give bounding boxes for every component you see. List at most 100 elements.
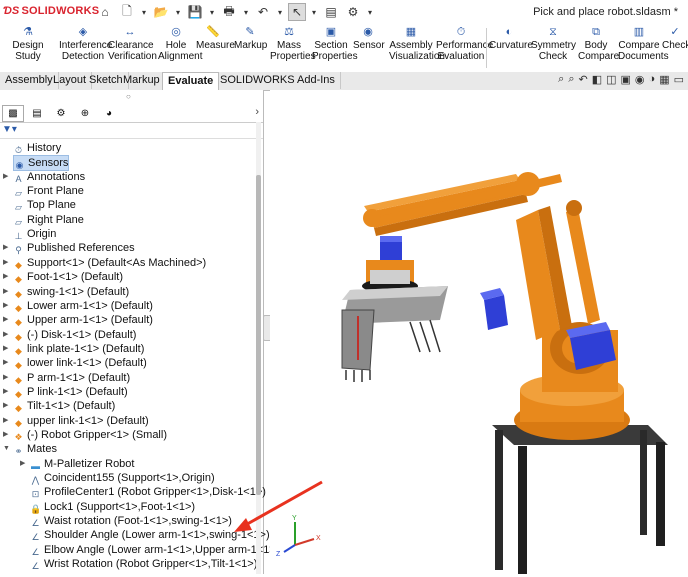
tree-item[interactable]: ▶ ❖ (-) Robot Gripper<1> (Small) bbox=[3, 428, 167, 442]
expand-arrow-icon[interactable]: ▶ bbox=[3, 399, 8, 413]
featuremanager-tab-icon[interactable]: ▩ bbox=[2, 105, 24, 122]
tree-item[interactable]: ▶ ◆ lower link-1<1> (Default) bbox=[3, 356, 147, 370]
hole-alignment-button[interactable]: ◎ Hole Alignment bbox=[158, 26, 202, 62]
panel-grip[interactable]: ○ bbox=[126, 92, 131, 101]
tree-item[interactable]: ▶ ⚲ Published References bbox=[3, 241, 135, 255]
curvature-button[interactable]: ◐ Curvature bbox=[489, 26, 533, 51]
mass-properties-button[interactable]: ⚖ Mass Properties bbox=[270, 26, 316, 62]
robot-model[interactable]: Y X Z bbox=[270, 90, 688, 574]
expand-arrow-icon[interactable]: ▶ bbox=[3, 428, 8, 442]
expand-arrow-icon[interactable]: ▶ bbox=[3, 170, 8, 184]
expanded-arrow-icon[interactable]: ▼ bbox=[3, 442, 10, 456]
body-compare-button[interactable]: ⧉ Body Compare bbox=[578, 26, 619, 62]
apply-scene-icon[interactable]: ▦ bbox=[659, 73, 669, 86]
expand-arrow-icon[interactable]: ▶ bbox=[3, 328, 8, 342]
tab-solidworks-add-ins[interactable]: SOLIDWORKS Add-Ins bbox=[215, 72, 341, 89]
open-dropdown-icon[interactable]: ▾ bbox=[174, 3, 182, 21]
save-icon[interactable]: 💾 bbox=[186, 3, 204, 21]
graphics-area[interactable]: Y X Z bbox=[270, 90, 688, 574]
tree-item[interactable]: ▶ ◆ Tilt-1<1> (Default) bbox=[3, 399, 115, 413]
symmetry-check-button[interactable]: ⧖ Symmetry Check bbox=[531, 26, 576, 62]
expand-arrow-icon[interactable]: ▶ bbox=[3, 270, 8, 284]
undo-icon[interactable]: ↶ bbox=[254, 3, 272, 21]
configurationmanager-tab-icon[interactable]: ⚙ bbox=[50, 105, 72, 122]
markup-button[interactable]: ✎ Markup bbox=[234, 26, 267, 51]
expand-arrow-icon[interactable]: ▶ bbox=[3, 371, 8, 385]
tree-item[interactable]: ▶ ◆ Lower arm-1<1> (Default) bbox=[3, 299, 153, 313]
clearance-button[interactable]: ↔ Clearance Verification bbox=[108, 26, 157, 62]
view-settings-icon[interactable]: ▭ bbox=[674, 73, 684, 86]
sensor-button[interactable]: ◉ Sensor bbox=[353, 26, 385, 51]
zoom-area-icon[interactable]: ⌕ bbox=[568, 73, 574, 86]
section-view-icon[interactable]: ◧ bbox=[592, 73, 602, 86]
tree-item[interactable]: ∠ Waist rotation (Foot-1<1>,swing-1<1>) bbox=[30, 514, 231, 528]
dimxpert-tab-icon[interactable]: ⊕ bbox=[74, 105, 96, 122]
expand-arrow-icon[interactable]: ▶ bbox=[20, 457, 25, 471]
interference-button[interactable]: ◈ Interference Detection bbox=[59, 26, 112, 62]
zoom-to-fit-icon[interactable]: ⌕ bbox=[558, 73, 564, 86]
measure-button[interactable]: 📏 Measure bbox=[196, 26, 235, 51]
tree-item[interactable]: ▶ ◆ link plate-1<1> (Default) bbox=[3, 342, 144, 356]
view-orientation-icon[interactable]: ◫ bbox=[606, 73, 616, 86]
section-properties-button[interactable]: ▣ Section Properties bbox=[312, 26, 358, 62]
filter-icon[interactable]: ▼▾ bbox=[2, 124, 17, 135]
tree-item[interactable]: ∠ Wrist Rotation (Robot Gripper<1>,Tilt-1… bbox=[30, 557, 257, 571]
check-button[interactable]: ✓ Check bbox=[662, 26, 688, 51]
tree-item[interactable]: ▱ Right Plane bbox=[13, 213, 84, 227]
performance-evaluation-button[interactable]: ⏱ Performance Evaluation bbox=[436, 26, 493, 62]
select-icon[interactable]: ↖ bbox=[288, 3, 306, 21]
tree-item[interactable]: ▶ ◆ P link-1<1> (Default) bbox=[3, 385, 128, 399]
assembly-visualization-button[interactable]: ▦ Assembly Visualization bbox=[389, 26, 445, 62]
tab-evaluate[interactable]: Evaluate bbox=[162, 72, 220, 91]
tree-item[interactable]: ▶ ◆ (-) Disk-1<1> (Default) bbox=[3, 328, 136, 342]
print-icon[interactable]: 🖶 bbox=[220, 3, 238, 21]
tree-item[interactable]: ▶ ◆ Foot-1<1> (Default) bbox=[3, 270, 123, 284]
tree-item[interactable]: ⏱ History bbox=[13, 141, 61, 155]
tree-item[interactable]: ▶ A Annotations bbox=[3, 170, 85, 184]
solidworks-logo[interactable]: ƊS SOLIDWORKS bbox=[3, 5, 99, 17]
expand-arrow-icon[interactable]: ▶ bbox=[3, 241, 8, 255]
expand-arrow-icon[interactable]: ▶ bbox=[3, 342, 8, 356]
print-dropdown-icon[interactable]: ▾ bbox=[242, 3, 250, 21]
open-icon[interactable]: 📂 bbox=[152, 3, 170, 21]
tree-item[interactable]: ▼ ⚭ Mates bbox=[3, 442, 57, 456]
tree-item[interactable]: ⊡ ProfileCenter1 (Robot Gripper<1>,Disk-1… bbox=[30, 485, 266, 499]
tree-item[interactable]: ▶ ◆ upper link-1<1> (Default) bbox=[3, 414, 149, 428]
tree-item[interactable]: ▶ ▬ M-Palletizer Robot bbox=[20, 457, 134, 471]
options-dropdown-icon[interactable]: ▾ bbox=[366, 3, 374, 21]
expand-arrow-icon[interactable]: ▶ bbox=[3, 313, 8, 327]
expand-arrow-icon[interactable]: ▶ bbox=[3, 414, 8, 428]
tree-item[interactable]: ▶ ◆ Upper arm-1<1> (Default) bbox=[3, 313, 153, 327]
edit-appearance-icon[interactable]: ◑ bbox=[649, 73, 656, 86]
propertymanager-tab-icon[interactable]: ▤ bbox=[26, 105, 48, 122]
file-properties-icon[interactable]: ▤ bbox=[322, 3, 340, 21]
tree-item[interactable]: ⋀ Coincident155 (Support<1>,Origin) bbox=[30, 471, 215, 485]
display-style-icon[interactable]: ▣ bbox=[621, 73, 631, 86]
tab-markup[interactable]: Markup bbox=[118, 72, 166, 89]
tree-item[interactable]: ∠ Elbow Angle (Lower arm-1<1>,Upper arm-1… bbox=[30, 543, 279, 557]
tree-item[interactable]: ▶ ◆ P arm-1<1> (Default) bbox=[3, 371, 130, 385]
chevron-right-icon[interactable]: › bbox=[255, 106, 259, 118]
expand-arrow-icon[interactable]: ▶ bbox=[3, 285, 8, 299]
previous-view-icon[interactable]: ↶ bbox=[578, 73, 587, 86]
design-study-button[interactable]: ⚗ Design Study bbox=[2, 26, 54, 62]
tree-item[interactable]: ▱ Front Plane bbox=[13, 184, 84, 198]
home-icon[interactable]: ⌂ bbox=[96, 3, 114, 21]
tree-item[interactable]: 🔒 Lock1 (Support<1>,Foot-1<1>) bbox=[30, 500, 195, 514]
tree-item[interactable]: ∠ Shoulder Angle (Lower arm-1<1>,swing-1<… bbox=[30, 528, 269, 542]
tree-item[interactable]: ▶ ◆ swing-1<1> (Default) bbox=[3, 285, 129, 299]
tree-item[interactable]: ▱ Top Plane bbox=[13, 198, 76, 212]
compare-documents-button[interactable]: ▥ Compare Documents bbox=[618, 26, 669, 62]
undo-dropdown-icon[interactable]: ▾ bbox=[276, 3, 284, 21]
expand-arrow-icon[interactable]: ▶ bbox=[3, 299, 8, 313]
new-dropdown-icon[interactable]: ▾ bbox=[140, 3, 148, 21]
select-dropdown-icon[interactable]: ▾ bbox=[310, 3, 318, 21]
save-dropdown-icon[interactable]: ▾ bbox=[208, 3, 216, 21]
scrollbar-thumb[interactable] bbox=[256, 175, 261, 495]
hide-show-icon[interactable]: ◉ bbox=[635, 73, 645, 86]
new-icon[interactable]: 🗋 bbox=[118, 3, 136, 21]
options-icon[interactable]: ⚙ bbox=[344, 3, 362, 21]
expand-arrow-icon[interactable]: ▶ bbox=[3, 356, 8, 370]
tree-item[interactable]: ▶ ◆ Support<1> (Default<As Machined>) bbox=[3, 256, 206, 270]
expand-arrow-icon[interactable]: ▶ bbox=[3, 256, 8, 270]
